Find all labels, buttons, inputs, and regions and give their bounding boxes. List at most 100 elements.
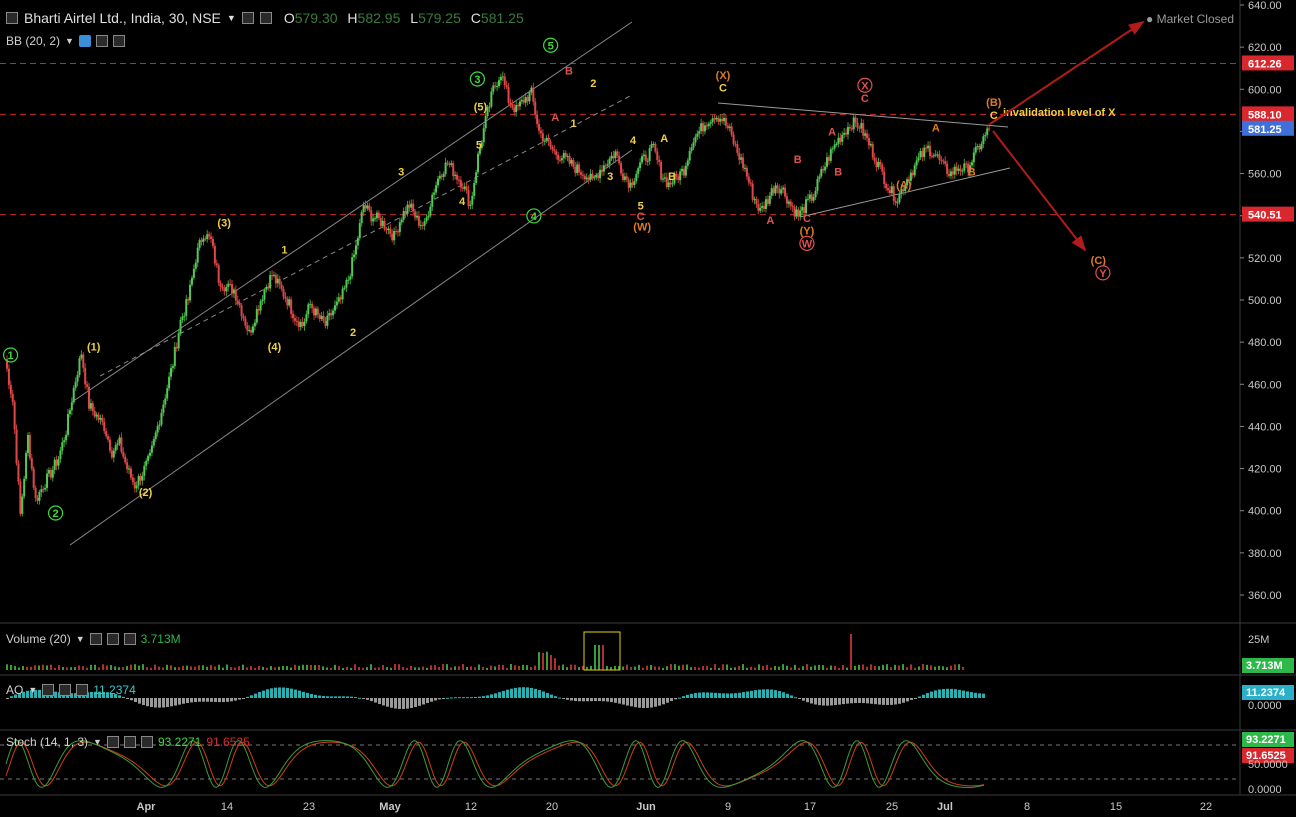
candle-body <box>440 175 443 177</box>
candle-body <box>314 308 317 316</box>
candle-body <box>982 136 985 144</box>
ao-bar <box>418 698 421 706</box>
bb-indicator-label[interactable]: BB (20, 2) <box>6 34 60 48</box>
candle-body <box>784 187 787 197</box>
candle-body <box>173 346 176 367</box>
volume-bar <box>34 665 36 670</box>
candle-body <box>677 176 680 181</box>
chevron-down-icon[interactable]: ▼ <box>93 737 102 747</box>
candle-body <box>751 183 754 200</box>
eye-icon[interactable] <box>78 35 91 47</box>
settings-icon[interactable] <box>59 684 72 696</box>
ao-bar <box>978 693 981 698</box>
candle-body <box>797 209 800 217</box>
candle-body <box>372 218 375 222</box>
candle-body <box>576 164 579 174</box>
chevron-down-icon[interactable]: ▼ <box>28 685 37 695</box>
candle-body <box>459 180 462 188</box>
candle-body <box>423 221 426 226</box>
ao-bar <box>434 698 437 701</box>
candle-body <box>322 315 325 321</box>
candle-body <box>25 452 28 479</box>
candle-body <box>616 151 619 156</box>
price-chart[interactable]: 640.00620.00600.00580.00560.00540.00520.… <box>0 0 1296 817</box>
ao-bar <box>658 698 661 706</box>
candle-body <box>753 198 756 200</box>
ao-bar <box>490 694 493 698</box>
ao-bar <box>262 690 265 698</box>
close-icon[interactable] <box>76 684 89 696</box>
ao-bar <box>174 698 177 706</box>
time-tick-label: 9 <box>725 801 731 813</box>
channel-line <box>69 149 633 546</box>
symbol-title[interactable]: Bharti Airtel Ltd., India, 30, NSE <box>24 10 221 26</box>
eye-icon[interactable] <box>89 633 102 645</box>
settings-icon[interactable] <box>95 35 108 47</box>
ao-bar <box>446 697 449 699</box>
close-icon[interactable] <box>123 633 136 645</box>
ao-bar <box>126 698 129 699</box>
chevron-down-icon[interactable]: ▼ <box>76 634 85 644</box>
ao-bar <box>186 698 189 704</box>
chevron-down-icon[interactable]: ▼ <box>65 36 74 46</box>
time-tick-label: May <box>379 801 401 813</box>
ao-axis-label: 0.0000 <box>1248 700 1282 712</box>
ao-bar <box>374 698 377 703</box>
eye-icon[interactable] <box>241 12 254 24</box>
candle-body <box>288 299 291 306</box>
candle-body <box>488 106 491 108</box>
candle-body <box>566 156 569 158</box>
ao-bar <box>494 693 497 698</box>
candle-body <box>406 204 409 214</box>
ao-bar <box>910 698 913 700</box>
volume-bar <box>430 665 432 670</box>
volume-bar <box>674 664 676 670</box>
volume-bar <box>710 667 712 670</box>
eye-icon[interactable] <box>106 736 119 748</box>
candle-body <box>833 144 836 149</box>
volume-bar <box>630 667 632 670</box>
candle-body <box>841 134 844 142</box>
candle-body <box>492 85 495 92</box>
candle-body <box>724 117 727 126</box>
candle-body <box>599 169 602 179</box>
settings-icon[interactable] <box>259 12 272 24</box>
volume-bar <box>446 664 448 670</box>
candle-body <box>822 168 825 171</box>
candle-body <box>400 219 403 223</box>
candle-body <box>402 211 405 220</box>
ao-bar <box>614 698 617 703</box>
candle-body <box>164 398 167 405</box>
candle-body <box>818 176 821 179</box>
candle-body <box>410 203 413 208</box>
candle-body <box>711 118 714 123</box>
chevron-down-icon[interactable]: ▼ <box>227 13 236 23</box>
candle-body <box>78 358 81 375</box>
ao-bar <box>610 698 613 703</box>
candle-body <box>272 274 275 276</box>
candle-body <box>17 463 20 482</box>
candle-body <box>217 265 220 284</box>
volume-bar <box>750 666 752 670</box>
ao-bar <box>566 698 569 700</box>
ao-bar <box>634 698 637 708</box>
candle-body <box>568 156 571 164</box>
volume-bar <box>770 667 772 670</box>
close-icon[interactable] <box>140 736 153 748</box>
collapse-icon[interactable] <box>6 12 18 24</box>
close-icon[interactable] <box>112 35 125 47</box>
ao-bar <box>310 693 313 698</box>
price-tick-label: 500.00 <box>1248 295 1282 307</box>
volume-bar <box>278 666 280 670</box>
settings-icon[interactable] <box>106 633 119 645</box>
candle-body <box>128 468 131 470</box>
ao-bar <box>510 688 513 698</box>
ao-bar <box>690 693 693 698</box>
candle-body <box>454 174 457 176</box>
volume-bar <box>106 665 108 670</box>
candle-body <box>927 145 930 149</box>
eye-icon[interactable] <box>42 684 55 696</box>
candle-body <box>313 308 316 316</box>
candle-body <box>234 289 237 301</box>
settings-icon[interactable] <box>123 736 136 748</box>
